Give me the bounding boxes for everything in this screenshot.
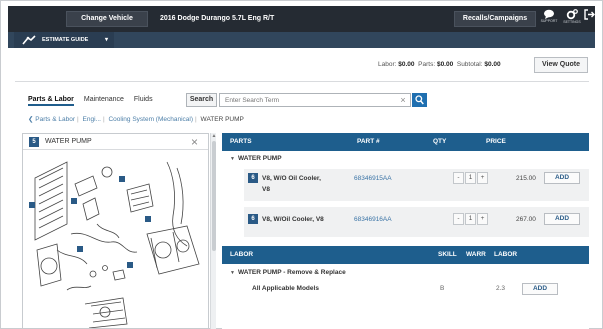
col-parts: PARTS [230,138,252,145]
col-price: PRICE [486,138,506,145]
search-icon [415,95,424,105]
qty-value[interactable]: 1 [465,213,476,225]
col-part-number: PART # [357,138,380,145]
breadcrumb-item[interactable]: Parts & Labor [35,116,75,123]
back-icon[interactable]: ❮ [28,116,33,123]
top-bar: Change Vehicle 2016 Dodge Durango 5.7L E… [8,6,595,32]
diagram-panel-header: 5 WATER PUMP × [23,134,208,150]
qty-decrement-button[interactable]: - [453,172,464,184]
labor-skill: B [440,285,445,292]
part-row: 6 V8, W/O Oil Cooler, V8 68346915AA - 1 +… [244,169,589,201]
search-input[interactable] [219,93,411,107]
parts-total-label: Parts: [418,61,436,68]
part-description: V8, W/O Oil Cooler, V8 [262,175,321,193]
quantity-stepper[interactable]: - 1 + [453,172,489,184]
add-part-button[interactable]: ADD [544,213,580,225]
callout-badge: 6 [248,214,258,224]
exploded-parts-diagram[interactable] [27,154,203,328]
tab-fluids[interactable]: Fluids [134,96,153,103]
expand-triangle-icon: ▼ [230,156,235,162]
qty-increment-button[interactable]: + [477,172,488,184]
search-label: Search [186,93,217,107]
qty-value[interactable]: 1 [465,172,476,184]
totals-summary: Labor: $0.00 Parts: $0.00 Subtotal: $0.0… [378,61,501,68]
scroll-up-icon[interactable]: ▲ [211,133,217,139]
tab-parts-labor[interactable]: Parts & Labor [28,96,74,106]
support-label: SUPPORT [540,19,558,23]
labor-total-label: Labor: [378,61,397,68]
add-labor-button[interactable]: ADD [522,283,558,295]
tab-bar: Parts & Labor Maintenance Fluids [28,96,161,106]
part-price: 215.00 [516,175,536,182]
clear-search-icon[interactable]: × [397,93,409,107]
search-button[interactable] [412,93,427,107]
diagram-scrollbar[interactable]: ▲ [210,133,216,329]
quantity-stepper[interactable]: - 1 + [453,213,489,225]
labor-total: $0.00 [398,61,415,68]
col-warr: WARR [466,251,486,258]
add-part-button[interactable]: ADD [544,172,580,184]
view-quote-button[interactable]: View Quote [534,57,588,73]
breadcrumb-current: WATER PUMP [200,116,244,123]
gear-icon [561,9,583,20]
labor-group-row[interactable]: ▼ WATER PUMP - Remove & Replace [222,269,589,281]
labor-table-header: LABOR SKILL WARR LABOR [222,246,589,264]
settings-button[interactable]: SETTINGS [561,9,583,29]
col-qty: QTY [433,138,447,145]
expand-triangle-icon: ▼ [230,270,235,276]
chevron-down-icon: ▾ [104,37,108,43]
divider [15,81,589,82]
breadcrumb-item[interactable]: Cooling System (Mechanical) [108,116,193,123]
scrollbar-thumb[interactable] [212,141,216,251]
estimate-guide-icon [22,35,36,52]
labor-group-title: ▼ WATER PUMP - Remove & Replace [230,269,346,276]
col-labor: LABOR [230,251,254,258]
close-icon[interactable]: × [191,134,198,150]
chat-icon [538,9,560,19]
diagram-panel: 5 WATER PUMP × [22,133,209,329]
part-number-link[interactable]: 68346916AA [354,214,392,225]
subtotal-value: $0.00 [484,61,501,68]
vehicle-title: 2016 Dodge Durango 5.7L Eng R/T [160,15,275,22]
recalls-campaigns-button[interactable]: Recalls/Campaigns [454,11,536,27]
callout-badge: 5 [29,137,39,147]
logout-icon [582,9,596,20]
part-price: 267.00 [516,216,536,223]
callout-badge: 6 [248,173,258,183]
estimate-guide-label: ESTIMATE GUIDE [42,37,89,43]
logout-button[interactable] [582,9,596,29]
parts-group-title: ▼ WATER PUMP [230,155,282,162]
nav-bar: ESTIMATE GUIDE ▾ [8,32,595,48]
qty-increment-button[interactable]: + [477,213,488,225]
col-skill: SKILL [438,251,457,258]
parts-total: $0.00 [436,61,454,68]
col-labor-hours: LABOR [494,251,518,258]
support-button[interactable]: SUPPORT [538,9,560,29]
tab-maintenance[interactable]: Maintenance [84,96,124,103]
part-description: V8, W/Oil Cooler, V8 [262,216,324,223]
parts-table-header: PARTS PART # QTY PRICE [222,133,589,151]
change-vehicle-button[interactable]: Change Vehicle [66,11,148,27]
breadcrumb: ❮ Parts & Labor | Engi... | Cooling System… [28,116,244,123]
qty-decrement-button[interactable]: - [453,213,464,225]
diagram-title: WATER PUMP [45,138,92,145]
labor-hours: 2.3 [496,285,506,292]
part-number-link[interactable]: 68346915AA [354,173,392,184]
labor-description: All Applicable Models [252,285,319,292]
settings-label: SETTINGS [563,20,581,24]
parts-labor-panel: PARTS PART # QTY PRICE ▼ WATER PUMP 6 V8,… [222,133,589,329]
subtotal-label: Subtotal: [456,61,483,68]
estimate-guide-menu[interactable]: ESTIMATE GUIDE ▾ [14,32,114,48]
breadcrumb-item[interactable]: Engi... [83,116,101,123]
parts-group-row[interactable]: ▼ WATER PUMP [222,155,589,167]
labor-row: All Applicable Models B 2.3 ADD [222,281,589,299]
part-row: 6 V8, W/Oil Cooler, V8 68346916AA - 1 + … [244,207,589,237]
